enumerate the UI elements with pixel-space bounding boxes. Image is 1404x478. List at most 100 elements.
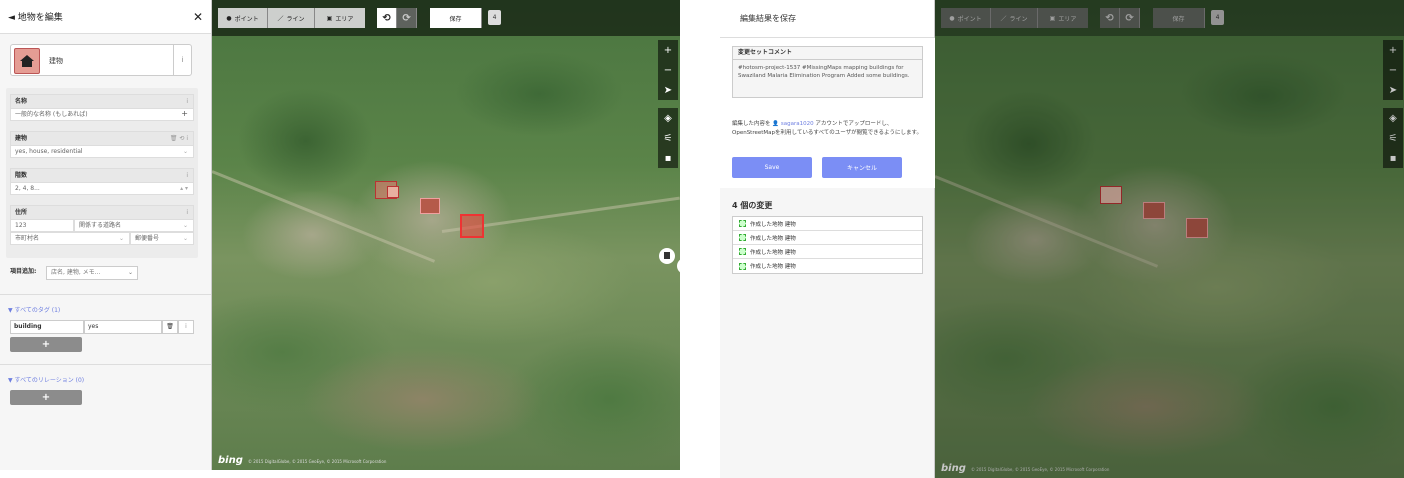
tag-value-input[interactable]: yes — [84, 320, 162, 334]
zoom-out-icon[interactable]: − — [1383, 60, 1403, 80]
preset-info-icon[interactable]: i — [173, 45, 191, 75]
map-canvas-right[interactable]: ● ポイント ／ライン ▣ エリア ⟲ ⟳ 保存 4 + − ➤ ◈ ⚟ ▪ bin… — [935, 0, 1404, 478]
user-link[interactable]: 👤 sagara1020 — [772, 121, 813, 127]
stepper-arrows-icon[interactable]: ▴ ▾ — [180, 183, 188, 195]
layers-icon[interactable]: ◈ — [1383, 108, 1403, 128]
undo-icon[interactable]: ⟲ — [1100, 8, 1120, 28]
bing-logo: bing — [218, 455, 243, 466]
levels-stepper[interactable]: 2, 4, 8... ▴ ▾ — [10, 182, 194, 195]
save-confirm-button[interactable]: Save — [732, 157, 812, 178]
add-relation-button[interactable]: + — [10, 390, 82, 405]
help-icon[interactable]: ▪ — [1383, 148, 1403, 168]
map-canvas-left[interactable]: ● ポイント ／ライン ▣ エリア ⟲ ⟳ 保存 4 + − ➤ ◈ ⚟ ▪ bin… — [212, 0, 680, 470]
geolocate-icon[interactable]: ➤ — [658, 80, 678, 100]
add-point-button[interactable]: ● ポイント — [941, 8, 991, 28]
info-icon[interactable]: i — [186, 95, 188, 108]
add-point-button[interactable]: ● ポイント — [218, 8, 268, 28]
info-icon[interactable]: i — [186, 169, 188, 182]
change-item[interactable]: 作成した地物 建物 — [733, 217, 922, 231]
preset-selector[interactable]: 建物 i — [10, 44, 192, 76]
add-line-button[interactable]: ／ライン — [991, 8, 1038, 28]
housenumber-input[interactable]: 123 — [10, 219, 74, 232]
field-label-building: 建物 🗑 ⟲ i — [10, 131, 194, 145]
building-area[interactable] — [1100, 186, 1122, 204]
changeset-comment-field[interactable]: 変更セットコメント #hotosm-project-1537 #MissingM… — [732, 46, 923, 98]
info-icon[interactable]: i — [186, 206, 188, 219]
map-data-icon[interactable]: ⚟ — [658, 128, 678, 148]
redo-icon[interactable]: ⟳ — [397, 8, 417, 28]
selected-building[interactable] — [460, 214, 484, 238]
save-group: 保存 — [1153, 8, 1205, 28]
redo-icon[interactable]: ⟳ — [1120, 8, 1140, 28]
change-item-label: 作成した地物 建物 — [750, 249, 796, 256]
draw-tools: ● ポイント ／ライン ▣ エリア — [941, 8, 1088, 28]
building-roof[interactable] — [1143, 202, 1165, 219]
all-tags-toggle[interactable]: ▼ すべてのタグ (1) — [8, 305, 60, 314]
zoom-in-icon[interactable]: + — [658, 40, 678, 60]
change-item-label: 作成した地物 建物 — [750, 221, 796, 228]
zoom-out-icon[interactable]: − — [658, 60, 678, 80]
cancel-button[interactable]: キャンセル — [822, 157, 902, 178]
name-input[interactable]: 一般的な名称 (もしあれば) + — [10, 108, 194, 121]
feature-editor-panel: ◄ 地物を編集 ✕ 建物 i 名称 i 一般的な名称 (もしあれば) + 建物 🗑 ⟲… — [0, 0, 212, 470]
line-icon: ／ — [277, 15, 284, 23]
add-field-combo[interactable]: 店名, 建物, メモ... ⌄ — [46, 266, 138, 280]
imagery-attribution[interactable]: © 2015 DigitalGlobe, © 2015 GeoEye, © 20… — [971, 467, 1109, 472]
street-combo[interactable]: 関係する道路名 ⌄ — [74, 219, 194, 232]
map-controls: + − ➤ — [1383, 40, 1403, 100]
comment-label: 変更セットコメント — [733, 47, 922, 60]
add-area-button[interactable]: ▣ エリア — [1038, 8, 1088, 28]
all-relations-toggle[interactable]: ▼ すべてのリレーション (0) — [8, 375, 84, 384]
save-title: 編集結果を保存 — [740, 14, 796, 23]
change-item[interactable]: 作成した地物 建物 — [733, 245, 922, 259]
pin-icon: ● — [226, 14, 232, 22]
field-list: 名称 i 一般的な名称 (もしあれば) + 建物 🗑 ⟲ i yes, house, … — [6, 88, 198, 258]
add-area-button[interactable]: ▣ エリア — [315, 8, 365, 28]
help-icon[interactable]: ▪ — [658, 148, 678, 168]
divider — [0, 294, 211, 295]
radial-edit-menu — [659, 248, 680, 273]
field-label-name: 名称 i — [10, 94, 194, 108]
add-field-label: 項目追加: — [10, 268, 37, 275]
building-roof[interactable] — [420, 198, 440, 214]
tag-key-input[interactable]: building — [10, 320, 84, 334]
preset-name: 建物 — [49, 57, 63, 65]
field-label-levels: 階数 i — [10, 168, 194, 182]
building-preset-icon — [14, 48, 40, 74]
editor-title[interactable]: ◄ 地物を編集 — [8, 10, 63, 23]
postcode-combo[interactable]: 郵便番号 ⌄ — [130, 232, 194, 245]
change-item[interactable]: 作成した地物 建物 — [733, 231, 922, 245]
save-header: 編集結果を保存 — [720, 0, 934, 38]
add-tag-button[interactable]: + — [10, 337, 82, 352]
close-icon[interactable]: ✕ — [193, 10, 203, 24]
top-toolbar: ● ポイント ／ライン ▣ エリア ⟲ ⟳ 保存 4 — [212, 0, 680, 36]
top-toolbar: ● ポイント ／ライン ▣ エリア ⟲ ⟳ 保存 4 — [935, 0, 1404, 36]
info-icon[interactable]: 🗑 ⟲ i — [170, 132, 188, 145]
building-roof[interactable] — [1186, 218, 1208, 238]
map-data-icon[interactable]: ⚟ — [1383, 128, 1403, 148]
add-line-button[interactable]: ／ライン — [268, 8, 315, 28]
field-label-address: 住所 i — [10, 205, 194, 219]
save-button[interactable]: 保存 — [430, 8, 482, 28]
save-panel: 編集結果を保存 変更セットコメント #hotosm-project-1537 #… — [720, 0, 935, 478]
bing-logo: bing — [941, 463, 966, 474]
change-item[interactable]: 作成した地物 建物 — [733, 259, 922, 273]
comment-textarea[interactable]: #hotosm-project-1537 #MissingMaps mappin… — [733, 60, 922, 84]
building-type-combo[interactable]: yes, house, residential ⌄ — [10, 145, 194, 158]
city-combo[interactable]: 市町村名 ⌄ — [10, 232, 130, 245]
edit-count-badge: 4 — [488, 10, 501, 25]
change-item-label: 作成した地物 建物 — [750, 264, 796, 270]
add-icon[interactable]: + — [181, 108, 188, 120]
save-button[interactable]: 保存 — [1153, 8, 1205, 28]
area-added-icon — [739, 248, 746, 255]
layers-icon[interactable]: ◈ — [658, 108, 678, 128]
zoom-in-icon[interactable]: + — [1383, 40, 1403, 60]
geolocate-icon[interactable]: ➤ — [1383, 80, 1403, 100]
draw-tools: ● ポイント ／ライン ▣ エリア — [218, 8, 365, 28]
undo-icon[interactable]: ⟲ — [377, 8, 397, 28]
save-form: 変更セットコメント #hotosm-project-1537 #MissingM… — [720, 38, 935, 188]
edit-count-badge: 4 — [1211, 10, 1224, 25]
imagery-attribution[interactable]: © 2015 DigitalGlobe, © 2015 GeoEye, © 20… — [248, 459, 386, 464]
trash-icon[interactable]: 🗑 — [162, 320, 178, 334]
info-icon[interactable]: i — [178, 320, 194, 334]
